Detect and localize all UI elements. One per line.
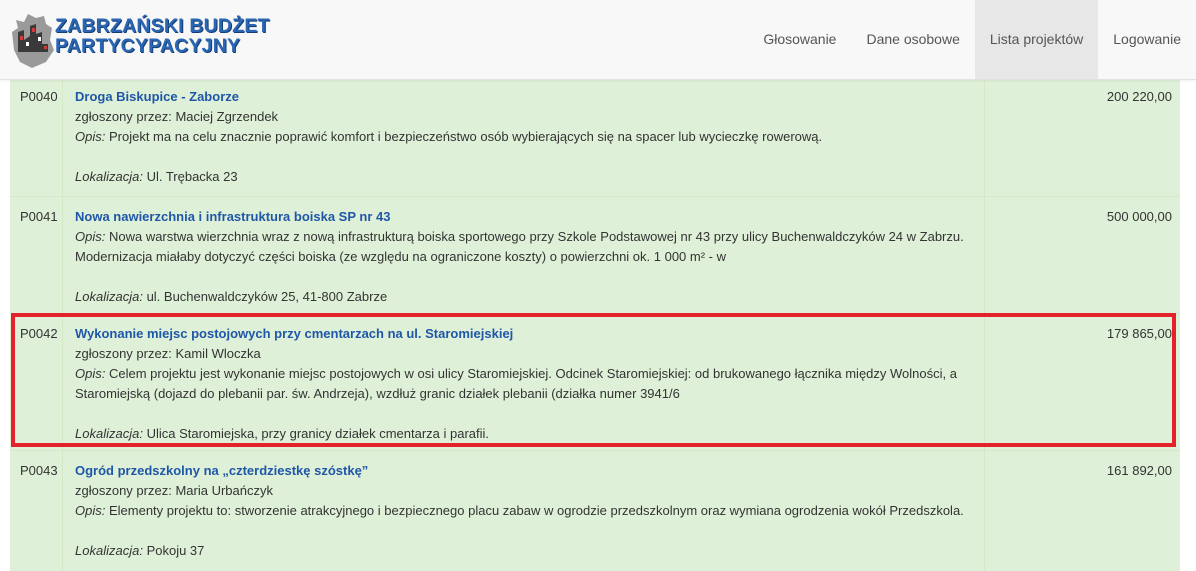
submitted-by-line: zgłoszony przez: Maria Urbańczyk	[75, 481, 976, 501]
description-line: Opis: Celem projektu jest wykonanie miej…	[75, 364, 976, 384]
project-id: P0043	[20, 463, 58, 478]
location-line: Lokalizacja: Ulica Staromiejska, przy gr…	[75, 424, 976, 444]
project-details-cell: Nowa nawierzchnia i infrastruktura boisk…	[63, 197, 985, 314]
submitted-by-line: zgłoszony przez: Kamil Wloczka	[75, 344, 976, 364]
location-line: Lokalizacja: Ul. Trębacka 23	[75, 167, 976, 187]
project-title-link[interactable]: Droga Biskupice - Zaborze	[75, 87, 976, 107]
project-id: P0042	[20, 326, 58, 341]
description-text: Elementy projektu to: stworzenie atrakcy…	[108, 503, 964, 518]
table-row: P0040 Droga Biskupice - Zaborze zgłoszon…	[10, 76, 1180, 197]
table-row: P0043 Ogród przedszkolny na „czterdziest…	[10, 450, 1180, 571]
brand-line-1: ZABRZAŃSKI BUDŻET	[55, 15, 270, 37]
project-details-cell: Droga Biskupice - Zaborze zgłoszony prze…	[63, 77, 985, 197]
submitted-by-line: zgłoszony przez: Maciej Zgrzendek	[75, 107, 976, 127]
location-label: Lokalizacja:	[75, 543, 143, 558]
main-nav: Głosowanie Dane osobowe Lista projektów …	[748, 0, 1196, 79]
description-text: Projekt ma na celu znacznie poprawić kom…	[108, 129, 823, 144]
description-line-2: Modernizacja miałaby dotyczyć części boi…	[75, 249, 727, 264]
description-line: Opis: Elementy projektu to: stworzenie a…	[75, 501, 976, 521]
project-amount: 179 865,00	[1106, 326, 1172, 341]
submitted-by-label: zgłoszony przez:	[75, 346, 172, 361]
location-label: Lokalizacja:	[75, 169, 143, 184]
description-label: Opis:	[75, 503, 106, 518]
project-id-cell: P0043	[10, 451, 63, 571]
project-id: P0040	[20, 89, 58, 104]
location-line: Lokalizacja: Pokoju 37	[75, 541, 976, 561]
submitted-by-label: zgłoszony przez:	[75, 483, 172, 498]
project-details-cell: Wykonanie miejsc postojowych przy cmenta…	[63, 314, 985, 451]
description-label: Opis:	[75, 229, 106, 244]
table-row: P0041 Nowa nawierzchnia i infrastruktura…	[10, 196, 1180, 314]
nav-item-glosowanie[interactable]: Głosowanie	[748, 0, 851, 79]
location-text: Ulica Staromiejska, przy granicy działek…	[146, 426, 490, 441]
brand-line-2: PARTYCYPACYJNY	[55, 35, 241, 57]
project-amount: 161 892,00	[1106, 463, 1172, 478]
description-text: Celem projektu jest wykonanie miejsc pos…	[108, 366, 957, 381]
project-amount-cell: 161 892,00	[985, 451, 1180, 571]
project-amount: 200 220,00	[1106, 89, 1172, 104]
location-line: Lokalizacja: ul. Buchenwaldczyków 25, 41…	[75, 287, 976, 307]
submitted-by-name: Kamil Wloczka	[175, 346, 261, 361]
description-text: Nowa warstwa wierzchnia wraz z nową infr…	[108, 229, 964, 244]
location-text: Pokoju 37	[146, 543, 205, 558]
project-title-link[interactable]: Wykonanie miejsc postojowych przy cmenta…	[75, 324, 976, 344]
navbar: ZABRZAŃSKI BUDŻET PARTYCYPACYJNY Głosowa…	[0, 0, 1196, 80]
submitted-by-name: Maciej Zgrzendek	[175, 109, 279, 124]
project-amount: 500 000,00	[1106, 209, 1172, 224]
submitted-by-label: zgłoszony przez:	[75, 109, 172, 124]
project-details-cell: Ogród przedszkolny na „czterdziestkę szó…	[63, 451, 985, 571]
location-label: Lokalizacja:	[75, 289, 143, 304]
city-crest-icon	[12, 14, 54, 68]
nav-item-lista-projektow[interactable]: Lista projektów	[974, 0, 1099, 79]
description-line: Opis: Nowa warstwa wierzchnia wraz z now…	[75, 227, 976, 247]
nav-item-dane-osobowe[interactable]: Dane osobowe	[851, 0, 974, 79]
description-label: Opis:	[75, 129, 106, 144]
submitted-by-name: Maria Urbańczyk	[175, 483, 273, 498]
location-text: Ul. Trębacka 23	[146, 169, 238, 184]
table-row: P0042 Wykonanie miejsc postojowych przy …	[10, 313, 1180, 451]
project-id: P0041	[20, 209, 58, 224]
project-title-link[interactable]: Ogród przedszkolny na „czterdziestkę szó…	[75, 461, 976, 481]
project-amount-cell: 500 000,00	[985, 197, 1180, 314]
description-label: Opis:	[75, 366, 106, 381]
brand-name: ZABRZAŃSKI BUDŻET PARTYCYPACYJNY	[55, 15, 270, 57]
description-line-2: Staromiejską (dojazd do plebanii par. św…	[75, 386, 680, 401]
project-amount-cell: 179 865,00	[985, 314, 1180, 451]
project-id-cell: P0041	[10, 197, 63, 314]
project-amount-cell: 200 220,00	[985, 77, 1180, 197]
location-text: ul. Buchenwaldczyków 25, 41-800 Zabrze	[146, 289, 388, 304]
location-label: Lokalizacja:	[75, 426, 143, 441]
project-id-cell: P0042	[10, 314, 63, 451]
project-title-link[interactable]: Nowa nawierzchnia i infrastruktura boisk…	[75, 207, 976, 227]
nav-item-logowanie[interactable]: Logowanie	[1098, 0, 1196, 79]
description-line: Opis: Projekt ma na celu znacznie popraw…	[75, 127, 976, 147]
project-id-cell: P0040	[10, 77, 63, 197]
